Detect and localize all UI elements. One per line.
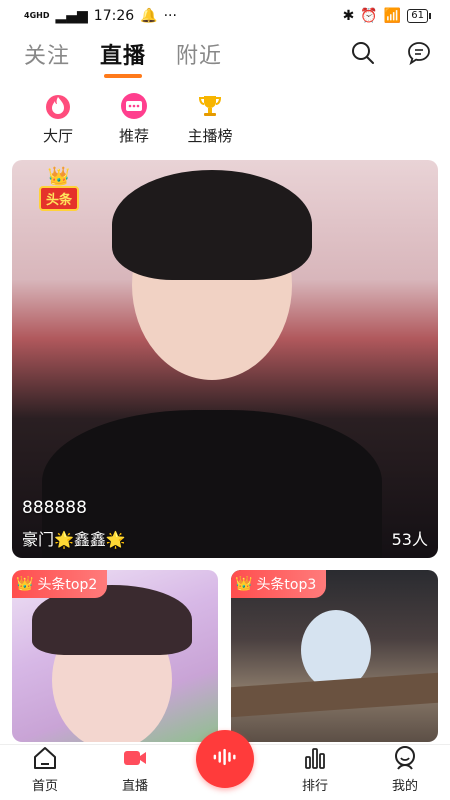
- guzheng-instrument: [231, 672, 438, 718]
- bottom-nav-live[interactable]: 直播: [100, 745, 170, 794]
- user-face-icon: [395, 746, 415, 770]
- clock-time: 17:26: [93, 8, 135, 24]
- rank-badge-label: 头条top3: [256, 577, 317, 593]
- bottom-nav-profile[interactable]: 我的: [370, 745, 440, 794]
- network-indicator: 4GHD: [24, 11, 50, 20]
- live-card[interactable]: 👑 头条top2: [12, 570, 218, 742]
- status-bar: 4GHD ▂▄▆ 17:26 🔔 ··· ✱ ⏰ 📶 61: [0, 0, 450, 32]
- alarm-icon: ⏰: [360, 8, 378, 24]
- bottom-nav-label: 首页: [31, 779, 58, 794]
- bottom-nav-label: 排行: [301, 779, 328, 794]
- notification-icon: 🔔: [140, 8, 158, 24]
- quick-links: 大厅 推荐 主播榜: [0, 92, 450, 148]
- streamer-hair: [112, 170, 312, 280]
- live-card[interactable]: 👑 头条top3: [231, 570, 438, 742]
- signal-bars-icon: ▂▄▆: [55, 8, 88, 24]
- battery-indicator: 61: [407, 9, 431, 23]
- tab-nearby[interactable]: 附近: [176, 38, 222, 70]
- video-camera-icon: [124, 751, 146, 765]
- rank-badge-label: 头条top2: [37, 577, 98, 593]
- tab-follow[interactable]: 关注: [24, 38, 70, 70]
- bottom-nav-home[interactable]: 首页: [10, 745, 80, 794]
- audio-wave-icon: [213, 748, 236, 766]
- crown-icon: 👑: [235, 576, 253, 592]
- quick-link-ranking[interactable]: 主播榜: [174, 92, 246, 148]
- bar-chart-icon: [305, 748, 325, 769]
- message-icon[interactable]: [406, 40, 432, 66]
- top-nav: 关注 直播 附近: [0, 32, 450, 76]
- more-dots-icon: ···: [163, 8, 177, 24]
- featured-live-card[interactable]: 👑 头条 888888 豪门🌟鑫鑫🌟 53人: [12, 160, 438, 558]
- bottom-nav-ranking[interactable]: 排行: [280, 745, 350, 794]
- crown-icon: 👑: [47, 166, 71, 187]
- home-icon: [34, 747, 56, 769]
- bottom-nav-go-live[interactable]: [190, 730, 260, 794]
- bluetooth-icon: ✱: [342, 8, 355, 24]
- status-right: ✱ ⏰ 📶 61: [342, 8, 431, 24]
- trophy-icon: [195, 92, 225, 120]
- quick-link-label: 推荐: [118, 127, 149, 145]
- status-left: 4GHD ▂▄▆ 17:26 🔔 ···: [24, 8, 177, 24]
- flame-icon: [43, 92, 73, 120]
- headline-badge-label: 头条: [38, 186, 79, 211]
- nav-actions: [350, 40, 432, 66]
- wifi-icon: 📶: [383, 8, 402, 24]
- room-id: 888888: [22, 498, 87, 518]
- streamer-name: 豪门🌟鑫鑫🌟: [22, 530, 126, 549]
- quick-link-label: 主播榜: [187, 127, 233, 145]
- quick-link-recommend[interactable]: 推荐: [98, 92, 170, 148]
- quick-link-label: 大厅: [42, 127, 73, 145]
- bottom-nav-label: 我的: [391, 779, 418, 794]
- tab-live[interactable]: 直播: [100, 38, 146, 70]
- viewer-count: 53人: [391, 530, 428, 549]
- search-icon[interactable]: [350, 40, 376, 66]
- bottom-nav-label: 直播: [121, 779, 148, 794]
- rank-badge: 👑 头条top2: [12, 570, 108, 598]
- bottom-nav: 首页 直播 排行 我的: [0, 730, 450, 800]
- crown-icon: 👑: [16, 576, 34, 592]
- quick-link-hall[interactable]: 大厅: [22, 92, 94, 148]
- chat-badge-icon: [119, 92, 149, 120]
- go-live-button[interactable]: [196, 730, 254, 788]
- headline-badge: 👑 头条: [32, 168, 86, 214]
- rank-badge: 👑 头条top3: [231, 570, 327, 598]
